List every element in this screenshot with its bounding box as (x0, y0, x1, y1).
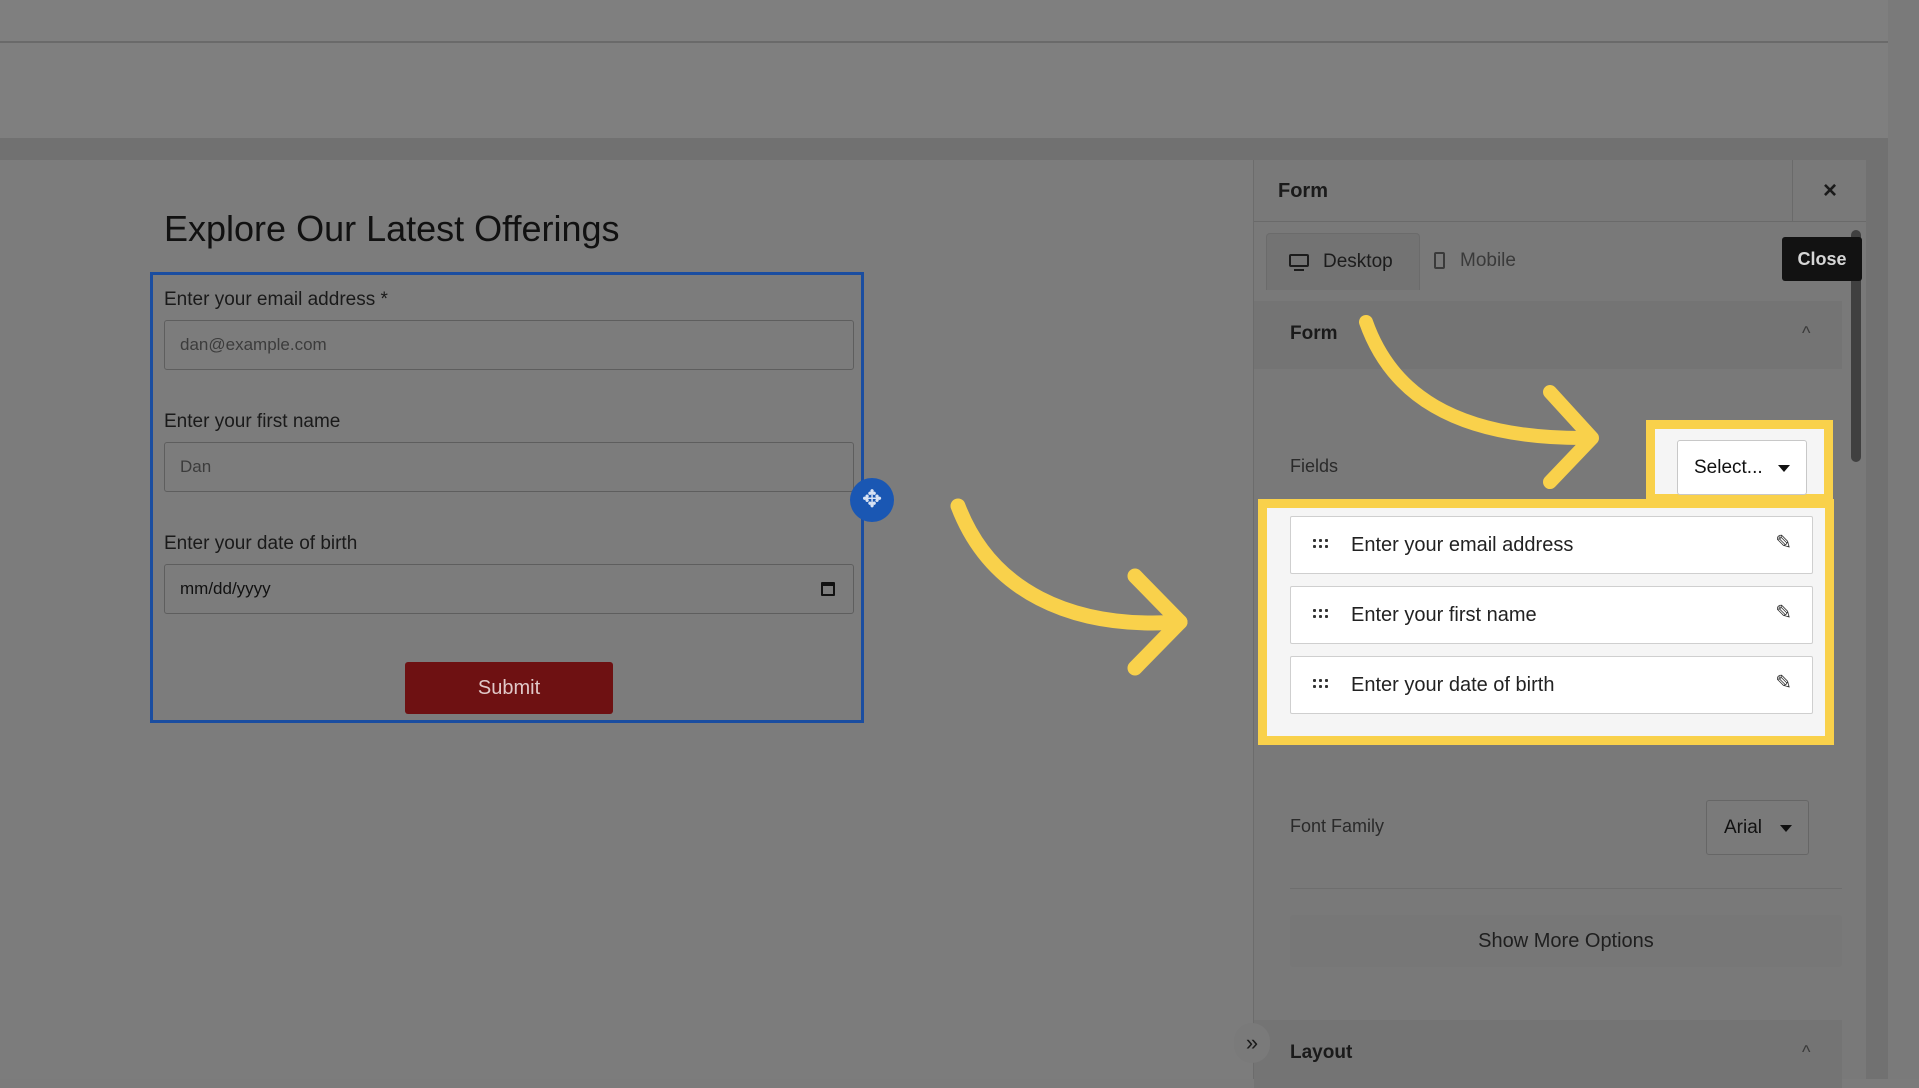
drag-handle-icon[interactable] (1313, 609, 1329, 619)
form-section-title: Form (1290, 323, 1338, 344)
caret-down-icon (1780, 825, 1792, 832)
page-heading: Explore Our Latest Offerings (164, 208, 620, 249)
monitor-icon (1289, 254, 1309, 271)
submit-button[interactable]: Submit (405, 662, 613, 714)
close-icon[interactable]: × (1792, 160, 1867, 221)
tab-desktop-label: Desktop (1323, 251, 1393, 272)
calendar-icon[interactable] (821, 582, 835, 596)
email-label: Enter your email address * (164, 289, 388, 310)
dob-placeholder: mm/dd/yyyy (180, 579, 271, 598)
page-scrollbar[interactable] (1888, 0, 1919, 1079)
layout-section-header[interactable]: Layout ^ (1254, 1020, 1842, 1088)
tab-mobile[interactable]: Mobile (1426, 233, 1546, 289)
panel-title: Form (1278, 180, 1328, 202)
list-item[interactable]: Enter your first name ✎ (1290, 586, 1813, 644)
move-handle-icon[interactable]: ✥ (850, 478, 894, 522)
drag-handle-icon[interactable] (1313, 539, 1329, 549)
caret-down-icon (1778, 465, 1790, 472)
fields-label: Fields (1290, 456, 1339, 476)
phone-icon (1434, 252, 1445, 269)
tab-mobile-label: Mobile (1460, 250, 1516, 271)
first-name-label: Enter your first name (164, 411, 341, 432)
fields-select-dropdown[interactable]: Select... (1677, 440, 1807, 495)
field-item-name: Enter your email address (1351, 534, 1574, 556)
font-family-value: Arial (1724, 817, 1763, 838)
secondary-toolbar (0, 43, 1919, 138)
list-item[interactable]: Enter your date of birth ✎ (1290, 656, 1813, 714)
first-name-input[interactable]: Dan (164, 442, 854, 492)
pencil-icon[interactable]: ✎ (1775, 530, 1792, 555)
show-more-options-button[interactable]: Show More Options (1290, 915, 1842, 967)
dob-input[interactable]: mm/dd/yyyy (164, 564, 854, 614)
field-list: Enter your email address ✎ Enter your fi… (1267, 508, 1825, 736)
chevron-up-icon[interactable]: ^ (1802, 323, 1810, 344)
font-family-label: Font Family (1290, 816, 1385, 836)
arrow-to-fields-icon (950, 498, 1188, 676)
layout-section-title: Layout (1290, 1042, 1353, 1063)
close-tooltip: Close (1782, 237, 1862, 281)
divider (1290, 888, 1842, 889)
pencil-icon[interactable]: ✎ (1775, 600, 1792, 625)
chevron-up-icon[interactable]: ^ (1802, 1042, 1810, 1063)
tab-desktop[interactable]: Desktop (1266, 233, 1420, 290)
dob-label: Enter your date of birth (164, 533, 358, 554)
collapse-panel-icon[interactable]: » (1234, 1023, 1270, 1063)
pencil-icon[interactable]: ✎ (1775, 670, 1792, 695)
drag-handle-icon[interactable] (1313, 679, 1329, 689)
email-input[interactable]: dan@example.com (164, 320, 854, 370)
arrow-to-select-icon (1359, 315, 1599, 489)
top-toolbar (0, 0, 1919, 43)
font-family-dropdown[interactable]: Arial (1706, 800, 1809, 855)
panel-header: Form × (1254, 160, 1866, 222)
select-value: Select... (1694, 457, 1763, 478)
field-item-name: Enter your date of birth (1351, 674, 1555, 696)
field-item-name: Enter your first name (1351, 604, 1537, 626)
list-item[interactable]: Enter your email address ✎ (1290, 516, 1813, 574)
